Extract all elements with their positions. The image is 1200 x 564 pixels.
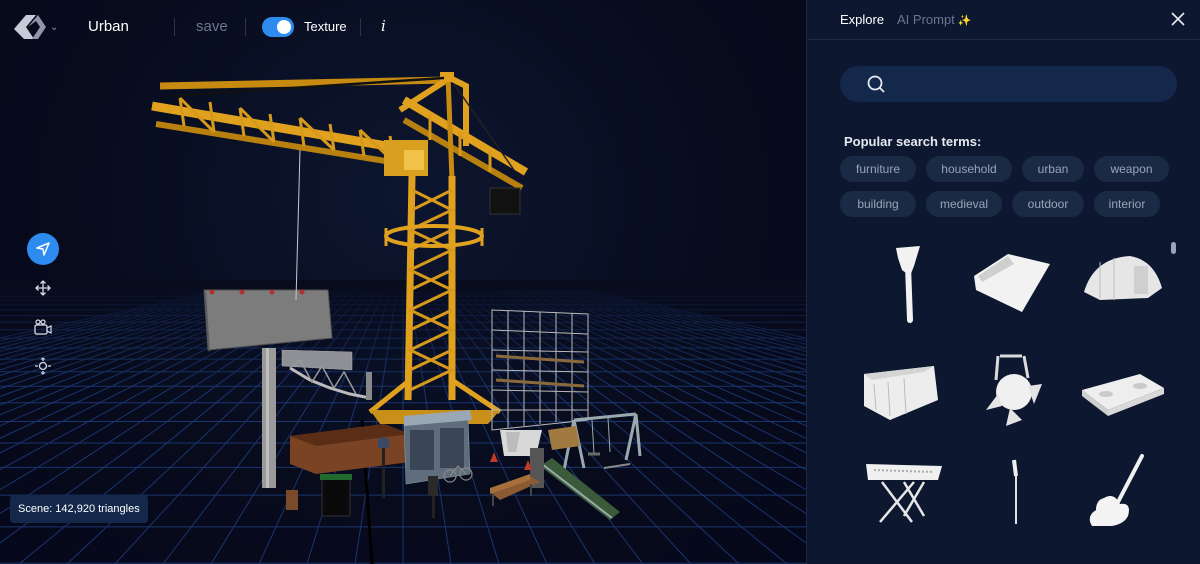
planter-icon (864, 366, 938, 420)
explore-panel: Explore AI Prompt ✨ Popular search terms:… (806, 0, 1200, 564)
result-item[interactable] (962, 452, 1066, 546)
divider (360, 18, 361, 36)
logo-menu-chevron-down-icon[interactable]: ⌄ (50, 22, 58, 33)
keyboard-icon (866, 464, 942, 523)
result-item[interactable] (962, 344, 1066, 438)
result-item[interactable] (854, 236, 958, 330)
navigation-arrow-icon (36, 242, 50, 256)
tent-icon (1084, 256, 1162, 300)
scene-stats-badge: Scene: 142,920 triangles (10, 495, 148, 523)
mic-stand-icon (1012, 459, 1018, 524)
dj-table-icon (1082, 374, 1164, 416)
select-tool-button[interactable] (27, 233, 59, 265)
bus-stop-model[interactable] (403, 410, 472, 485)
zoom-focus-icon (35, 357, 51, 375)
results-grid (840, 236, 1180, 564)
result-item[interactable] (1070, 236, 1174, 330)
texture-toggle[interactable] (262, 17, 294, 37)
term-chip-outdoor[interactable]: outdoor (1012, 191, 1084, 217)
info-button[interactable]: i (381, 17, 386, 35)
move-arrows-icon (35, 280, 51, 296)
divider (245, 18, 246, 36)
search-input[interactable] (896, 66, 1166, 102)
panel-header: Explore AI Prompt ✨ (807, 0, 1200, 40)
texture-label: Texture (304, 19, 347, 34)
popular-terms-heading: Popular search terms: (844, 134, 982, 149)
scene-canvas[interactable] (0, 0, 806, 564)
3d-viewport[interactable]: ⌄ Urban save Texture i Scene: 142,920 tr… (0, 0, 806, 564)
bench-model[interactable] (490, 474, 540, 506)
term-chip-furniture[interactable]: furniture (840, 156, 916, 182)
app-window: ⌄ Urban save Texture i Scene: 142,920 tr… (0, 0, 1200, 564)
trash-bin-model[interactable] (320, 474, 352, 517)
term-chip-interior[interactable]: interior (1094, 191, 1160, 217)
floor-fade (0, 280, 806, 390)
camera-icon (34, 319, 52, 335)
sparkle-icon: ✨ (957, 15, 972, 27)
results-scrollbar[interactable] (1171, 242, 1176, 254)
save-button[interactable]: save (196, 18, 228, 35)
project-name[interactable]: Urban (88, 18, 129, 35)
app-logo-icon[interactable] (12, 11, 48, 43)
term-chip-building[interactable]: building (840, 191, 916, 217)
parking-meter-model[interactable] (428, 476, 438, 518)
spotlight-icon (986, 354, 1042, 426)
focus-tool-button[interactable] (27, 350, 59, 382)
result-item[interactable] (854, 344, 958, 438)
term-chip-urban[interactable]: urban (1022, 156, 1084, 182)
guitar-icon (1089, 454, 1144, 526)
tab-explore[interactable]: Explore (840, 12, 884, 27)
tab-ai-prompt-label: AI Prompt (897, 12, 955, 27)
close-icon[interactable] (1169, 10, 1187, 28)
term-chip-weapon[interactable]: weapon (1094, 156, 1169, 182)
result-item[interactable] (962, 236, 1066, 330)
axe-icon (896, 246, 920, 323)
result-item[interactable] (1070, 452, 1174, 546)
sheet-icon (974, 254, 1050, 312)
term-chip-medieval[interactable]: medieval (926, 191, 1002, 217)
result-item[interactable] (854, 452, 958, 546)
toggle-knob (277, 20, 291, 34)
move-tool-button[interactable] (27, 272, 59, 304)
dumpster-model[interactable] (290, 424, 410, 474)
billboard-model[interactable] (203, 289, 333, 511)
top-bar: ⌄ Urban save Texture i (0, 0, 806, 54)
search-icon (867, 75, 885, 93)
street-lamp-model[interactable] (378, 438, 389, 498)
result-item[interactable] (1070, 344, 1174, 438)
divider (174, 18, 175, 36)
term-chip-household[interactable]: household (926, 156, 1012, 182)
search-bar[interactable] (840, 66, 1177, 102)
camera-tool-button[interactable] (27, 311, 59, 343)
tab-ai-prompt[interactable]: AI Prompt ✨ (897, 12, 972, 27)
